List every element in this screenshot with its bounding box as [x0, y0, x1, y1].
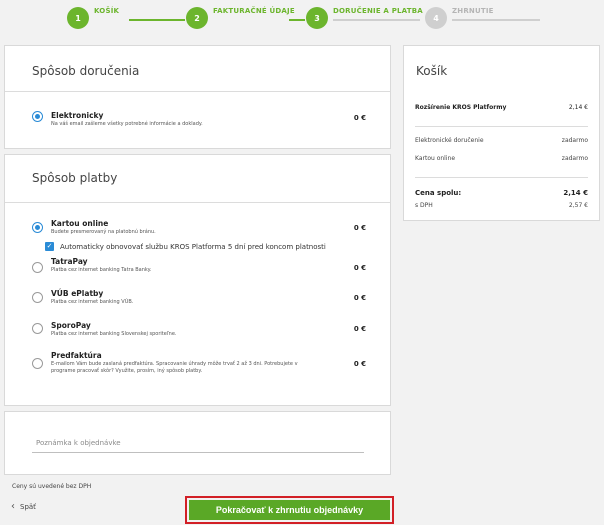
note-input[interactable]: Poznámka k objednávke	[36, 439, 121, 447]
cart-divider-2	[415, 177, 588, 178]
payment-card-price: 0 €	[353, 224, 366, 232]
payment-title: Spôsob platby	[32, 171, 118, 185]
payment-option-card[interactable]: Kartou online Budete presmerovaný na pla…	[32, 219, 366, 239]
step-4-circle: 4	[425, 7, 447, 29]
cart-item-price: 2,14 €	[568, 104, 588, 111]
cart-item-row: Rozšírenie KROS Platformy 2,14 €	[415, 104, 588, 111]
payment-panel: Spôsob platby Kartou online Budete presm…	[4, 154, 391, 406]
cart-total-name: Cena spolu:	[415, 189, 462, 197]
payment-sporopay-price: 0 €	[353, 325, 366, 333]
payment-sporopay-desc: Platba cez internet banking Slovenskej s…	[51, 331, 177, 337]
step-3-label: DORUČENIE A PLATBA	[333, 7, 423, 15]
step-1-label[interactable]: KOŠÍK	[94, 7, 119, 15]
cart-payment-price: zadarmo	[561, 155, 588, 162]
cart-vat-name: s DPH	[415, 202, 433, 209]
payment-sporopay-radio[interactable]	[32, 323, 43, 334]
cart-payment-name: Kartou online	[415, 155, 456, 162]
payment-card-radio[interactable]	[32, 222, 43, 233]
payment-vub-radio[interactable]	[32, 292, 43, 303]
cart-total-row: Cena spolu: 2,14 €	[415, 189, 588, 197]
delivery-panel: Spôsob doručenia Elektronicky Na váš ema…	[4, 45, 391, 149]
price-footnote: Ceny sú uvedené bez DPH	[12, 483, 92, 490]
delivery-electronic-title: Elektronicky	[51, 111, 104, 120]
continue-button[interactable]: Pokračovať k zhrnutiu objednávky	[189, 500, 390, 520]
step-2-circle[interactable]: 2	[186, 7, 208, 29]
payment-card-title: Kartou online	[51, 219, 109, 228]
cart-item-name: Rozšírenie KROS Platformy	[415, 104, 507, 111]
cart-delivery-price: zadarmo	[561, 137, 588, 144]
cart-payment-row: Kartou online zadarmo	[415, 155, 588, 162]
cart-delivery-row: Elektronické doručenie zadarmo	[415, 137, 588, 144]
step-4-label: ZHRNUTIE	[452, 7, 494, 15]
delivery-electronic-radio[interactable]	[32, 111, 43, 122]
delivery-electronic-price: 0 €	[353, 114, 366, 122]
cart-title: Košík	[416, 64, 448, 78]
chevron-left-icon: ‹	[11, 501, 15, 512]
auto-renew-label[interactable]: Automaticky obnovovať službu KROS Platfo…	[60, 243, 326, 251]
step-line-3	[333, 19, 420, 21]
payment-tatrapay-title: TatraPay	[51, 257, 88, 266]
payment-proforma-title: Predfaktúra	[51, 351, 102, 360]
cart-vat-row: s DPH 2,57 €	[415, 202, 588, 209]
payment-vub-title: VÚB ePlatby	[51, 289, 104, 298]
cart-vat-price: 2,57 €	[568, 202, 588, 209]
step-2-label[interactable]: FAKTURAČNÉ ÚDAJE	[213, 7, 295, 15]
delivery-option-electronic[interactable]: Elektronicky Na váš email zašleme všetky…	[32, 111, 366, 131]
cart-total-price: 2,14 €	[563, 189, 588, 197]
delivery-divider	[5, 91, 390, 92]
note-panel: Poznámka k objednávke	[4, 411, 391, 475]
auto-renew-checkbox[interactable]: ✓	[45, 242, 54, 251]
cart-divider-1	[415, 126, 588, 127]
continue-button-highlight: Pokračovať k zhrnutiu objednávky	[185, 496, 394, 524]
back-label: Späť	[20, 502, 36, 511]
payment-option-vub[interactable]: VÚB ePlatby Platba cez internet banking …	[32, 289, 366, 309]
payment-tatrapay-radio[interactable]	[32, 262, 43, 273]
step-3-circle: 3	[306, 7, 328, 29]
payment-card-desc: Budete presmerovaný na platobnú bránu.	[51, 229, 156, 235]
step-line-4	[452, 19, 540, 21]
checkout-stepper: 1 KOŠÍK 2 FAKTURAČNÉ ÚDAJE 3 DORUČENIE A…	[0, 0, 604, 36]
payment-tatrapay-desc: Platba cez internet banking Tatra Banky.	[51, 267, 152, 273]
delivery-title: Spôsob doručenia	[32, 64, 140, 78]
payment-sporopay-title: SporoPay	[51, 321, 91, 330]
payment-proforma-desc: E-mailom Vám bude zaslaná predfaktúra. S…	[51, 361, 298, 374]
step-line-2	[289, 19, 305, 21]
step-line-1	[129, 19, 185, 21]
payment-option-proforma[interactable]: Predfaktúra E-mailom Vám bude zaslaná pr…	[32, 351, 366, 377]
note-underline	[32, 452, 364, 453]
cart-delivery-name: Elektronické doručenie	[415, 137, 484, 144]
cart-panel: Košík Rozšírenie KROS Platformy 2,14 € E…	[403, 45, 600, 221]
payment-vub-price: 0 €	[353, 294, 366, 302]
back-link[interactable]: ‹ Späť	[11, 501, 36, 512]
payment-proforma-price: 0 €	[353, 360, 366, 368]
payment-divider	[5, 202, 390, 203]
payment-option-sporopay[interactable]: SporoPay Platba cez internet banking Slo…	[32, 321, 366, 341]
payment-vub-desc: Platba cez internet banking VÚB.	[51, 299, 134, 305]
payment-tatrapay-price: 0 €	[353, 264, 366, 272]
delivery-electronic-desc: Na váš email zašleme všetky potrebné inf…	[51, 121, 203, 127]
payment-option-tatrapay[interactable]: TatraPay Platba cez internet banking Tat…	[32, 257, 366, 277]
payment-proforma-radio[interactable]	[32, 358, 43, 369]
step-1-circle[interactable]: 1	[67, 7, 89, 29]
